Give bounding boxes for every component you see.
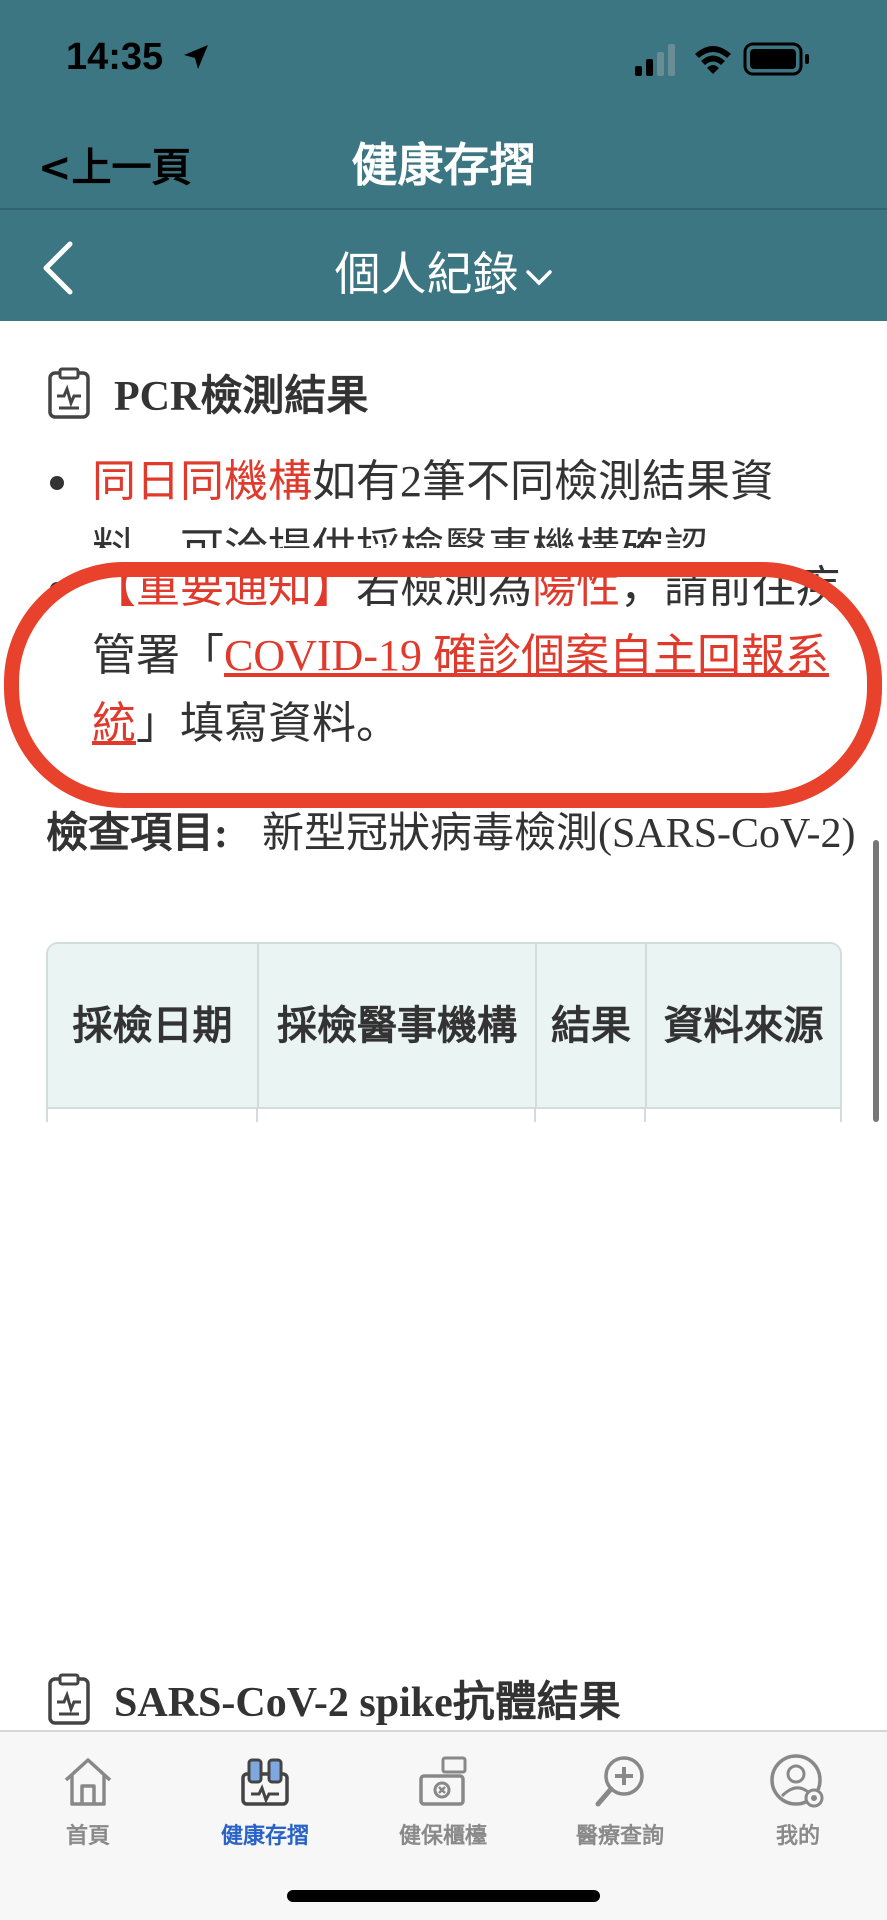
medical-search-icon xyxy=(595,1756,644,1807)
check-item: 檢查項目: 新型冠狀病毒檢測(SARS-CoV-2) xyxy=(46,812,866,856)
check-item-label: 檢查項目: xyxy=(46,811,228,857)
status-bar: 14:35 xyxy=(0,0,887,115)
sub-header: 個人紀錄 xyxy=(0,208,887,321)
record-type-selector[interactable]: 個人紀錄 xyxy=(0,238,887,304)
clipboard-pulse-icon xyxy=(48,1673,90,1725)
page-title: 健康存摺 xyxy=(351,138,536,192)
scrollbar[interactable] xyxy=(873,840,879,1122)
profile-icon xyxy=(770,1754,824,1808)
table-header-row: 採檢日期 採檢醫事機構 結果 資料來源 xyxy=(48,944,840,1109)
health-passbook-icon xyxy=(241,1758,289,1806)
table-divider-stubs xyxy=(46,1108,842,1122)
tab-health-passbook[interactable]: 健康存摺 xyxy=(195,1752,335,1850)
record-type-label: 個人紀錄 xyxy=(334,247,519,301)
pcr-section-title: PCR檢測結果 xyxy=(46,362,368,423)
column-header: 採檢醫事機構 xyxy=(258,944,537,1109)
app-header: <上一頁 健康存摺 xyxy=(0,115,887,208)
home-indicator[interactable] xyxy=(287,1890,600,1902)
column-header: 採檢日期 xyxy=(48,944,259,1109)
highlight-annotation xyxy=(4,562,882,808)
status-icons xyxy=(635,40,835,80)
list-item: 同日同機構如有2筆不同檢測結果資料，可洽提供採檢醫事機構確認。 xyxy=(46,448,846,548)
tab-profile[interactable]: 我的 xyxy=(728,1752,868,1850)
wifi-icon xyxy=(695,46,731,74)
counter-icon xyxy=(419,1756,467,1806)
tab-medical-search[interactable]: 醫療查詢 xyxy=(550,1752,690,1850)
status-time: 14:35 xyxy=(66,36,212,79)
column-header: 資料來源 xyxy=(646,944,840,1109)
signal-icon xyxy=(635,44,675,76)
spike-section-title: SARS-CoV-2 spike抗體結果 xyxy=(46,1668,621,1729)
pcr-results-table: 採檢日期 採檢醫事機構 結果 資料來源 xyxy=(46,942,842,1122)
column-header: 結果 xyxy=(536,944,647,1109)
home-icon xyxy=(64,1758,112,1806)
check-item-value: 新型冠狀病毒檢測(SARS-CoV-2) xyxy=(262,811,856,857)
tab-home[interactable]: 首頁 xyxy=(18,1752,158,1850)
tab-counter[interactable]: 健保櫃檯 xyxy=(373,1752,513,1850)
clipboard-pulse-icon xyxy=(48,367,90,419)
chevron-down-icon xyxy=(525,269,552,285)
battery-icon xyxy=(743,42,809,76)
location-arrow-icon xyxy=(183,45,208,69)
